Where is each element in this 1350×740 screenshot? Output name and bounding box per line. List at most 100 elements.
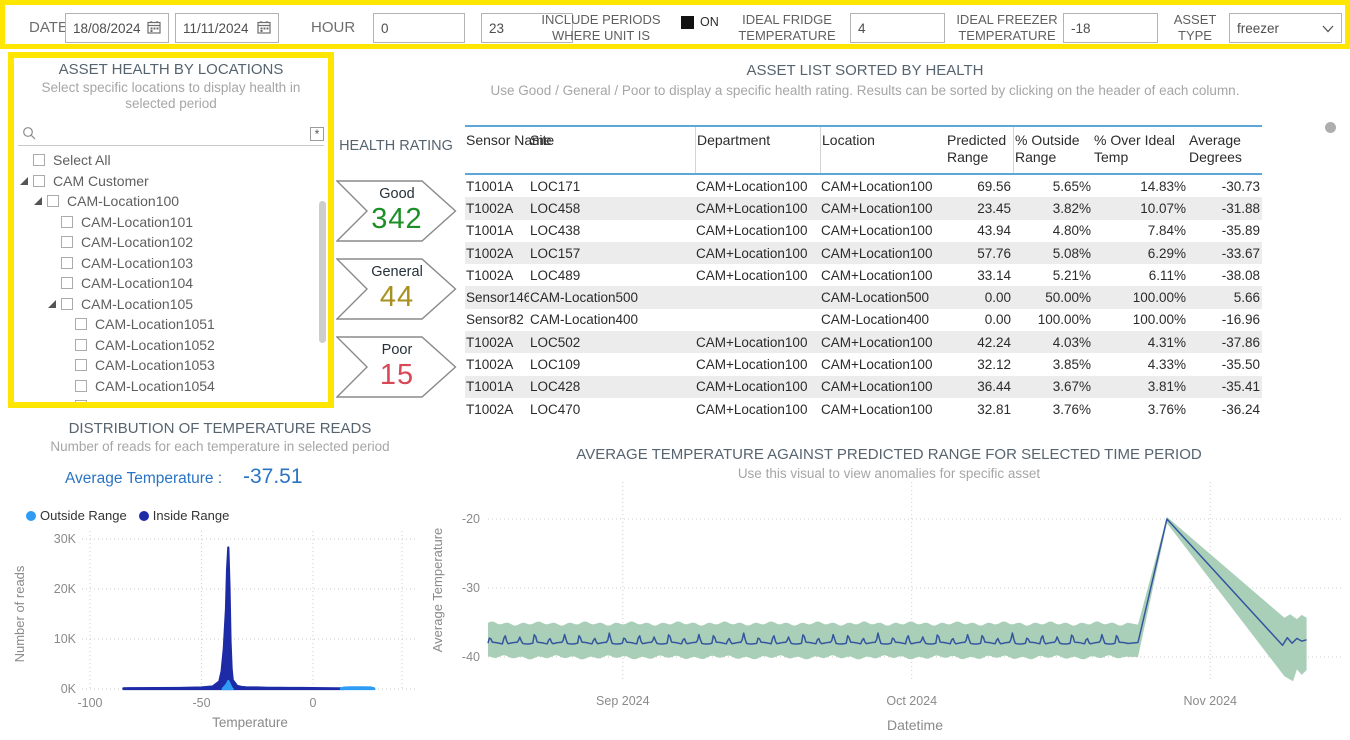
distribution-subtitle: Number of reads for each temperature in … [10,439,430,455]
checkbox[interactable] [75,380,87,392]
column-header-predicted-range[interactable]: Predicted Range [946,127,1013,173]
tree-item-cam-location1054[interactable]: CAM-Location1054 [14,376,316,397]
tree-item-cam-location101[interactable]: CAM-Location101 [14,212,316,233]
checkbox[interactable] [33,154,45,166]
table-row[interactable]: Sensor82CAM-Location400CAM-Location4000.… [465,309,1262,331]
tree-item-label: CAM-Location100 [67,193,179,209]
cell: 14.83% [1093,179,1188,194]
table-row[interactable]: Sensor146CAM-Location500CAM-Location5000… [465,286,1262,308]
health-count: 44 [360,281,434,314]
checkbox[interactable] [61,277,73,289]
checkbox[interactable] [61,298,73,310]
table-row[interactable]: T1002ALOC489CAM+Location100CAM+Location1… [465,264,1262,286]
cell: 23.45 [946,201,1013,216]
tree-item-label: Select All [53,152,111,168]
cell: CAM+Location100 [695,402,820,417]
checkbox[interactable] [61,257,73,269]
tree-item-cam-location104[interactable]: CAM-Location104 [14,273,316,294]
tree-item-cam-customer[interactable]: CAM Customer [14,171,316,192]
cell: CAM-Location400 [529,312,695,327]
expand-all-icon[interactable]: * [310,127,324,141]
checkbox[interactable] [75,318,87,330]
asset-table-body: T1001ALOC171CAM+Location100CAM+Location1… [465,175,1262,420]
cell: T1001A [465,379,529,394]
location-search-input[interactable]: * [18,122,324,146]
checkbox[interactable] [33,175,45,187]
tree-item-cam-location1052[interactable]: CAM-Location1052 [14,335,316,356]
tree-item-cam-location100[interactable]: CAM-Location100 [14,191,316,212]
column-header-sensor-name[interactable]: Sensor Name [465,127,529,173]
column-header--outside-range[interactable]: % Outside Range [1013,127,1093,173]
svg-text:Sep 2024: Sep 2024 [596,694,650,708]
expand-triangle-icon[interactable] [48,300,56,308]
search-icon [22,126,37,141]
cell: -37.86 [1188,335,1262,350]
checkbox[interactable] [47,195,59,207]
health-filter-general[interactable]: General44 [336,258,457,320]
cell: CAM+Location100 [695,179,820,194]
tree-item-cam-location1053[interactable]: CAM-Location1053 [14,355,316,376]
table-row[interactable]: T1002ALOC470CAM+Location100CAM+Location1… [465,398,1262,420]
ideal-fridge-label: IDEAL FRIDGE TEMPERATURE [733,12,841,44]
locations-panel-title: ASSET HEALTH BY LOCATIONS [14,61,328,78]
tree-item-partial[interactable] [14,396,316,402]
table-row[interactable]: T1002ALOC502CAM+Location100CAM+Location1… [465,331,1262,353]
asset-type-dropdown[interactable]: freezer [1229,13,1342,43]
date-to-input[interactable]: 11/11/2024 [175,13,279,43]
asset-table: Sensor NameSiteDepartmentLocationPredict… [465,125,1262,420]
cell: -31.88 [1188,201,1262,216]
expand-triangle-icon[interactable] [20,177,28,185]
calendar-icon[interactable] [147,20,161,37]
tree-item-select-all[interactable]: Select All [14,150,316,171]
table-row[interactable]: T1001ALOC428CAM+Location100CAM+Location1… [465,376,1262,398]
cell: 32.12 [946,357,1013,372]
checkbox[interactable] [75,400,87,402]
cell: -35.89 [1188,223,1262,238]
tree-item-cam-location105[interactable]: CAM-Location105 [14,294,316,315]
svg-text:0K: 0K [61,682,77,696]
calendar-icon[interactable] [257,20,271,37]
checkbox[interactable] [61,216,73,228]
checkbox[interactable] [75,359,87,371]
ideal-freezer-input[interactable]: -18 [1063,13,1158,43]
include-periods-toggle[interactable] [681,16,694,29]
asset-list-title: ASSET LIST SORTED BY HEALTH [465,62,1265,79]
table-row[interactable]: T1002ALOC458CAM+Location100CAM+Location1… [465,197,1262,219]
table-row[interactable]: T1002ALOC157CAM+Location100CAM+Location1… [465,242,1262,264]
column-header--over-ideal-temp[interactable]: % Over Ideal Temp [1093,127,1188,173]
cell: T1002A [465,335,529,350]
health-filter-good[interactable]: Good342 [336,180,457,242]
column-header-location[interactable]: Location [820,127,946,173]
tree-scrollbar-thumb[interactable] [319,201,326,343]
cell: CAM+Location100 [695,379,820,394]
column-header-department[interactable]: Department [695,127,820,173]
table-row[interactable]: T1001ALOC438CAM+Location100CAM+Location1… [465,220,1262,242]
cell: 3.76% [1093,402,1188,417]
table-row[interactable]: T1001ALOC171CAM+Location100CAM+Location1… [465,175,1262,197]
hour-from-input[interactable]: 0 [373,13,465,43]
column-header-average-degrees[interactable]: Average Degrees [1188,127,1262,173]
health-filter-poor[interactable]: Poor15 [336,336,457,398]
cell: 3.81% [1093,379,1188,394]
checkbox[interactable] [75,339,87,351]
cell: Sensor82 [465,312,529,327]
cell: 50.00% [1013,290,1093,305]
tree-item-label: CAM Customer [53,173,149,189]
checkbox[interactable] [61,236,73,248]
expand-triangle-icon[interactable] [34,197,42,205]
ideal-fridge-input[interactable]: 4 [850,13,945,43]
tree-item-cam-location102[interactable]: CAM-Location102 [14,232,316,253]
table-row[interactable]: T1002ALOC109CAM+Location100CAM+Location1… [465,353,1262,375]
cell: 5.08% [1013,246,1093,261]
column-header-site[interactable]: Site [529,127,695,173]
cell: CAM+Location100 [820,335,946,350]
avg-temp-title: AVERAGE TEMPERATURE AGAINST PREDICTED RA… [430,446,1348,463]
cell: -35.50 [1188,357,1262,372]
cell: 57.76 [946,246,1013,261]
health-count: 15 [360,359,434,392]
tree-item-cam-location103[interactable]: CAM-Location103 [14,253,316,274]
cell: LOC470 [529,402,695,417]
date-from-input[interactable]: 18/08/2024 [65,13,169,43]
tree-item-cam-location1051[interactable]: CAM-Location1051 [14,314,316,335]
cell: 6.29% [1093,246,1188,261]
